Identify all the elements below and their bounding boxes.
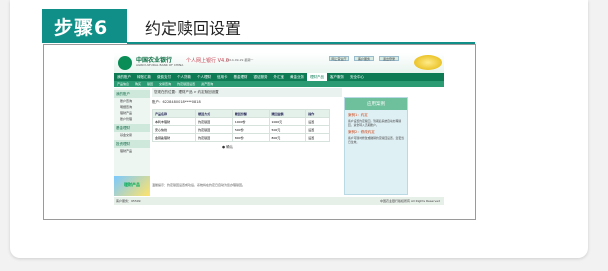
bank-title: 个人网上银行 V4.0 [186, 58, 229, 64]
sidebar-item[interactable]: 理财产品 [114, 148, 150, 154]
util-button[interactable]: 退出登录 [379, 56, 399, 61]
table-cell-mode[interactable]: 约定赎回 [195, 125, 233, 134]
sidebar-section[interactable]: 投资理财 [114, 140, 150, 148]
table-cell-op[interactable]: 设置 [305, 125, 330, 134]
column-header: 赎回份额 [231, 109, 270, 118]
case-title: 案例1：约定 [348, 113, 368, 117]
table-cell-mode[interactable]: 约定赎回 [195, 133, 233, 142]
nav-item[interactable]: 安全中心 [347, 73, 367, 81]
column-header: 赎回金额 [268, 109, 307, 118]
table-cell-mode[interactable]: 约定赎回 [195, 117, 233, 126]
nav-item[interactable]: 缴费支付 [154, 73, 174, 81]
case-panel: 应用案例 案例1：约定 客户设置约定赎回，到期后系统自动办理赎回，资金转入活期账… [344, 97, 408, 195]
table-row: 金钥匙理财 约定赎回 800份 800元 设置 [151, 133, 330, 142]
nav-item[interactable]: 黄金业务 [287, 73, 307, 81]
table-cell-amount: 1000元 [268, 117, 307, 126]
sidebar-item[interactable]: 基金交易 [114, 132, 150, 138]
bank-header: 中国农业银行 AGRICULTURAL BANK OF CHINA 个人网上银行… [114, 53, 444, 73]
nav-item[interactable]: 理财产品 [307, 73, 327, 81]
redeem-table: 产品名称 赎回方式 赎回份额 赎回金额 操作 本利丰理财 约定赎回 1000份 1000元 设置… [151, 109, 330, 142]
nav-item[interactable]: 外汇宝 [271, 73, 288, 81]
sidebar-section[interactable]: 我的账户 [114, 90, 150, 98]
bank-subtitle: AGRICULTURAL BANK OF CHINA [136, 63, 184, 67]
subnav-item[interactable]: 约定赎回设置 [174, 81, 198, 87]
nav-item[interactable]: 转账汇款 [134, 73, 154, 81]
nav-item[interactable]: 个人贷款 [174, 73, 194, 81]
main-content: 您现在的位置：理财产品 > 约定赎回设置 账户：6228480018****08… [151, 88, 342, 196]
bank-logo-icon [118, 56, 132, 70]
gold-coin-icon [414, 55, 442, 70]
column-header: 操作 [305, 109, 330, 118]
account-number: 6228480018****0818 [162, 100, 201, 104]
table-cell-op[interactable]: 设置 [305, 133, 330, 142]
nav-item[interactable]: 客户服务 [327, 73, 347, 81]
step-title: 约定赎回设置 [145, 19, 242, 38]
util-button[interactable]: 网上营业厅 [329, 56, 349, 61]
confirm-button[interactable]: ● 确认 [222, 145, 342, 150]
nav-item[interactable]: 我的账户 [114, 73, 134, 81]
breadcrumb: 您现在的位置：理财产品 > 约定赎回设置 [152, 88, 342, 97]
case-text: 客户可随时修改或撤销约定赎回设置，变更当日生效。 [348, 136, 404, 144]
nav-item[interactable]: 个人理财 [194, 73, 214, 81]
sidebar-item[interactable]: 账户管理 [114, 116, 150, 122]
table-cell-share: 800份 [231, 133, 270, 142]
main-nav: 我的账户 转账汇款 缴费支付 个人贷款 个人理财 信用卡 基金理财 银证服务 外汇宝 黄金业务 理财… [114, 73, 444, 81]
table-row: 本利丰理财 约定赎回 1000份 1000元 设置 [151, 117, 330, 126]
current-date: 2014-09-29 星期一 [226, 58, 254, 62]
tip-note: 温馨提示：约定赎回设置成功后，系统将在约定日自动为您办理赎回。 [152, 183, 246, 187]
util-button[interactable]: 客户服务 [354, 56, 374, 61]
subnav-item[interactable]: 产品信息 [114, 81, 132, 87]
table-cell-name: 本利丰理财 [151, 117, 197, 126]
case-text: 客户设置约定赎回，到期后系统自动办理赎回，资金转入活期账户。 [348, 119, 402, 127]
table-cell-name: 金钥匙理财 [151, 133, 197, 142]
case-title: 案例2：修改约定 [348, 130, 375, 134]
nav-item[interactable]: 银证服务 [251, 73, 271, 81]
promo-banner[interactable]: 理财产品 [114, 176, 150, 196]
sidebar-section[interactable]: 基金理财 [114, 124, 150, 132]
sub-nav: 产品信息 购买 赎回 交易查询 约定赎回设置 资产查询 [114, 81, 444, 87]
panel-title: 应用案例 [345, 98, 407, 110]
step-badge: 步骤6 [42, 9, 127, 43]
table-cell-amount: 800元 [268, 133, 307, 142]
subnav-item[interactable]: 购买 [132, 81, 144, 87]
nav-item[interactable]: 基金理财 [231, 73, 251, 81]
column-header: 产品名称 [151, 109, 197, 118]
column-header: 赎回方式 [195, 109, 233, 118]
subnav-item[interactable]: 交易查询 [156, 81, 174, 87]
table-cell-share: 1000份 [231, 117, 270, 126]
table-cell-amount: 500元 [268, 125, 307, 134]
subnav-item[interactable]: 赎回 [144, 81, 156, 87]
subnav-item[interactable]: 资产查询 [198, 81, 216, 87]
table-cell-name: 安心快线 [151, 125, 197, 134]
table-row: 安心快线 约定赎回 500份 500元 设置 [151, 125, 330, 134]
footer: 客户服务：95599 中国农业银行版权所有 All Rights Reserve… [114, 197, 444, 205]
account-line: 账户：6228480018****0818 [152, 100, 201, 104]
bank-screenshot: 中国农业银行 AGRICULTURAL BANK OF CHINA 个人网上银行… [43, 44, 476, 220]
table-cell-share: 500份 [231, 125, 270, 134]
table-cell-op[interactable]: 设置 [305, 117, 330, 126]
nav-item[interactable]: 信用卡 [214, 73, 231, 81]
